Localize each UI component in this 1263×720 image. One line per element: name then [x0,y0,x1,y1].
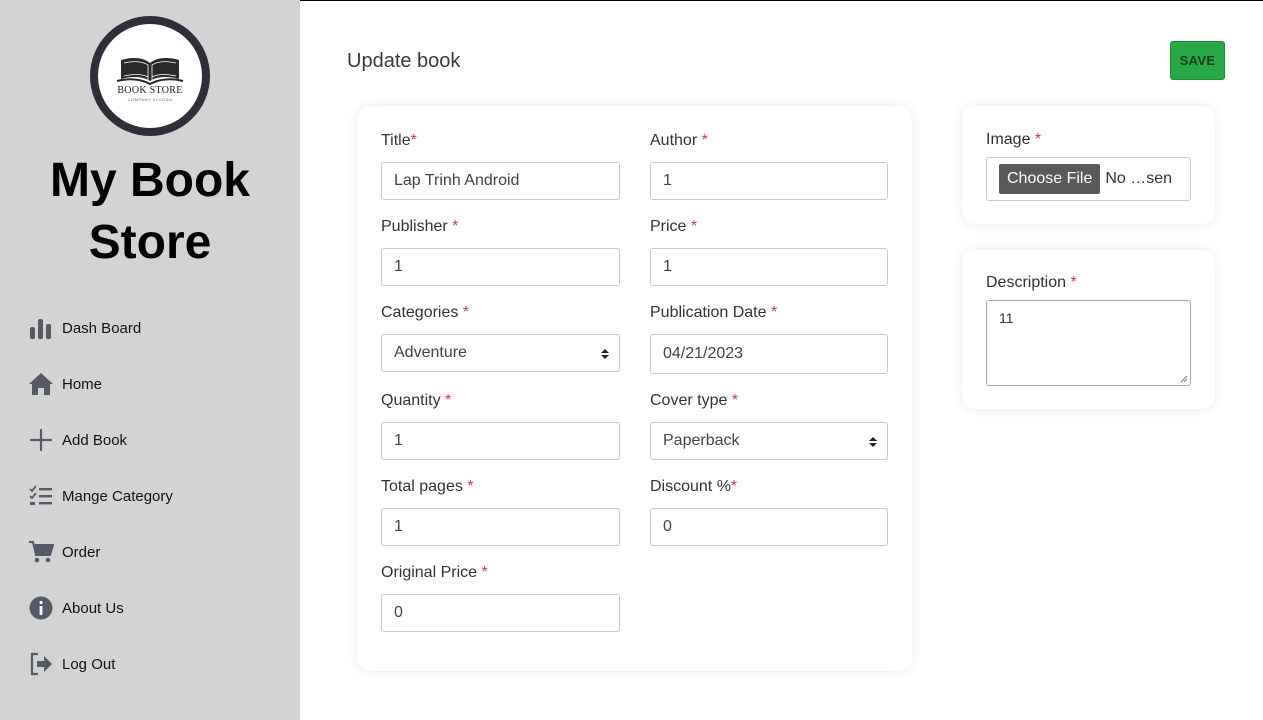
checklist-icon [29,485,52,505]
image-label: Image * [986,131,1042,148]
home-icon [29,373,53,395]
sidebar-item-dashboard[interactable]: Dash Board [28,300,141,356]
bar-chart-icon [30,319,51,339]
brand-title: My Book Store [49,154,250,269]
book-form-card: Title* Lap Trinh Android Author * 1 Publ… [357,106,912,671]
author-label: Author * [650,132,708,149]
sidebar-item-about-us[interactable]: About Us [28,580,124,636]
description-label: Description * [986,274,1077,291]
logo-slogan: COMPANY SLOGAN [127,96,173,102]
sidebar-item-label: Order [62,543,101,561]
sidebar-item-label: Add Book [62,431,128,449]
sidebar-item-home[interactable]: Home [28,356,102,412]
title-label: Title* [381,132,417,149]
price-input[interactable]: 1 [650,248,888,286]
original-price-input[interactable]: 0 [381,594,620,632]
file-status-text: No …sen [1105,170,1173,187]
save-button[interactable]: SAVE [1170,41,1225,80]
cart-icon [29,541,54,563]
cover-type-select[interactable]: Paperback [650,422,888,460]
sidebar-item-add-book[interactable]: Add Book [28,412,127,468]
description-card: Description * 11 [962,250,1215,409]
categories-select-value: Adventure [394,344,467,361]
discount-input[interactable]: 0 [650,508,888,546]
sidebar-item-manage-category[interactable]: Mange Category [28,468,173,524]
logo: BOOK STORE COMPANY SLOGAN [90,16,210,136]
sidebar-item-label: Home [62,375,103,393]
page-title: Update book [347,50,461,72]
quantity-input[interactable]: 1 [381,422,620,460]
choose-file-button[interactable]: Choose File [999,164,1101,194]
logout-icon [30,652,52,676]
sidebar-item-label: About Us [62,599,124,617]
publication-date-label: Publication Date * [650,304,778,321]
open-book-icon [116,57,184,85]
categories-select[interactable]: Adventure [381,334,620,372]
publication-date-input[interactable]: 04/21/2023 [650,334,888,374]
publisher-label: Publisher * [381,218,459,235]
logo-text: BOOK STORE [117,84,183,96]
sidebar-item-label: Mange Category [62,487,173,505]
cover-type-label: Cover type * [650,392,739,409]
description-text: 11 [999,310,1014,326]
sidebar-item-logout[interactable]: Log Out [28,636,115,692]
title-input[interactable]: Lap Trinh Android [381,162,620,200]
price-label: Price * [650,218,698,235]
description-textarea[interactable]: 11 [986,300,1191,386]
select-arrows-icon [869,437,877,447]
publisher-input[interactable]: 1 [381,248,620,286]
cover-type-select-value: Paperback [663,432,740,449]
original-price-label: Original Price * [381,564,488,581]
discount-label: Discount %* [650,478,738,495]
total-pages-input[interactable]: 1 [381,508,620,546]
sidebar-item-label: Log Out [62,655,116,673]
info-icon [29,596,53,620]
categories-label: Categories * [381,304,470,321]
sidebar: BOOK STORE COMPANY SLOGAN My Book Store … [0,0,300,720]
total-pages-label: Total pages * [381,478,474,495]
author-input[interactable]: 1 [650,162,888,200]
main-content: Update book SAVE Title* Lap Trinh Androi… [300,0,1263,720]
quantity-label: Quantity * [381,392,452,409]
image-card: Image * Choose File No …sen [962,106,1215,224]
resize-grip-icon[interactable] [1180,375,1188,383]
select-arrows-icon [601,349,609,359]
image-file-input[interactable]: Choose File No …sen [986,157,1191,201]
sidebar-item-label: Dash Board [62,319,142,337]
plus-icon [29,428,53,452]
sidebar-item-order[interactable]: Order [28,524,100,580]
